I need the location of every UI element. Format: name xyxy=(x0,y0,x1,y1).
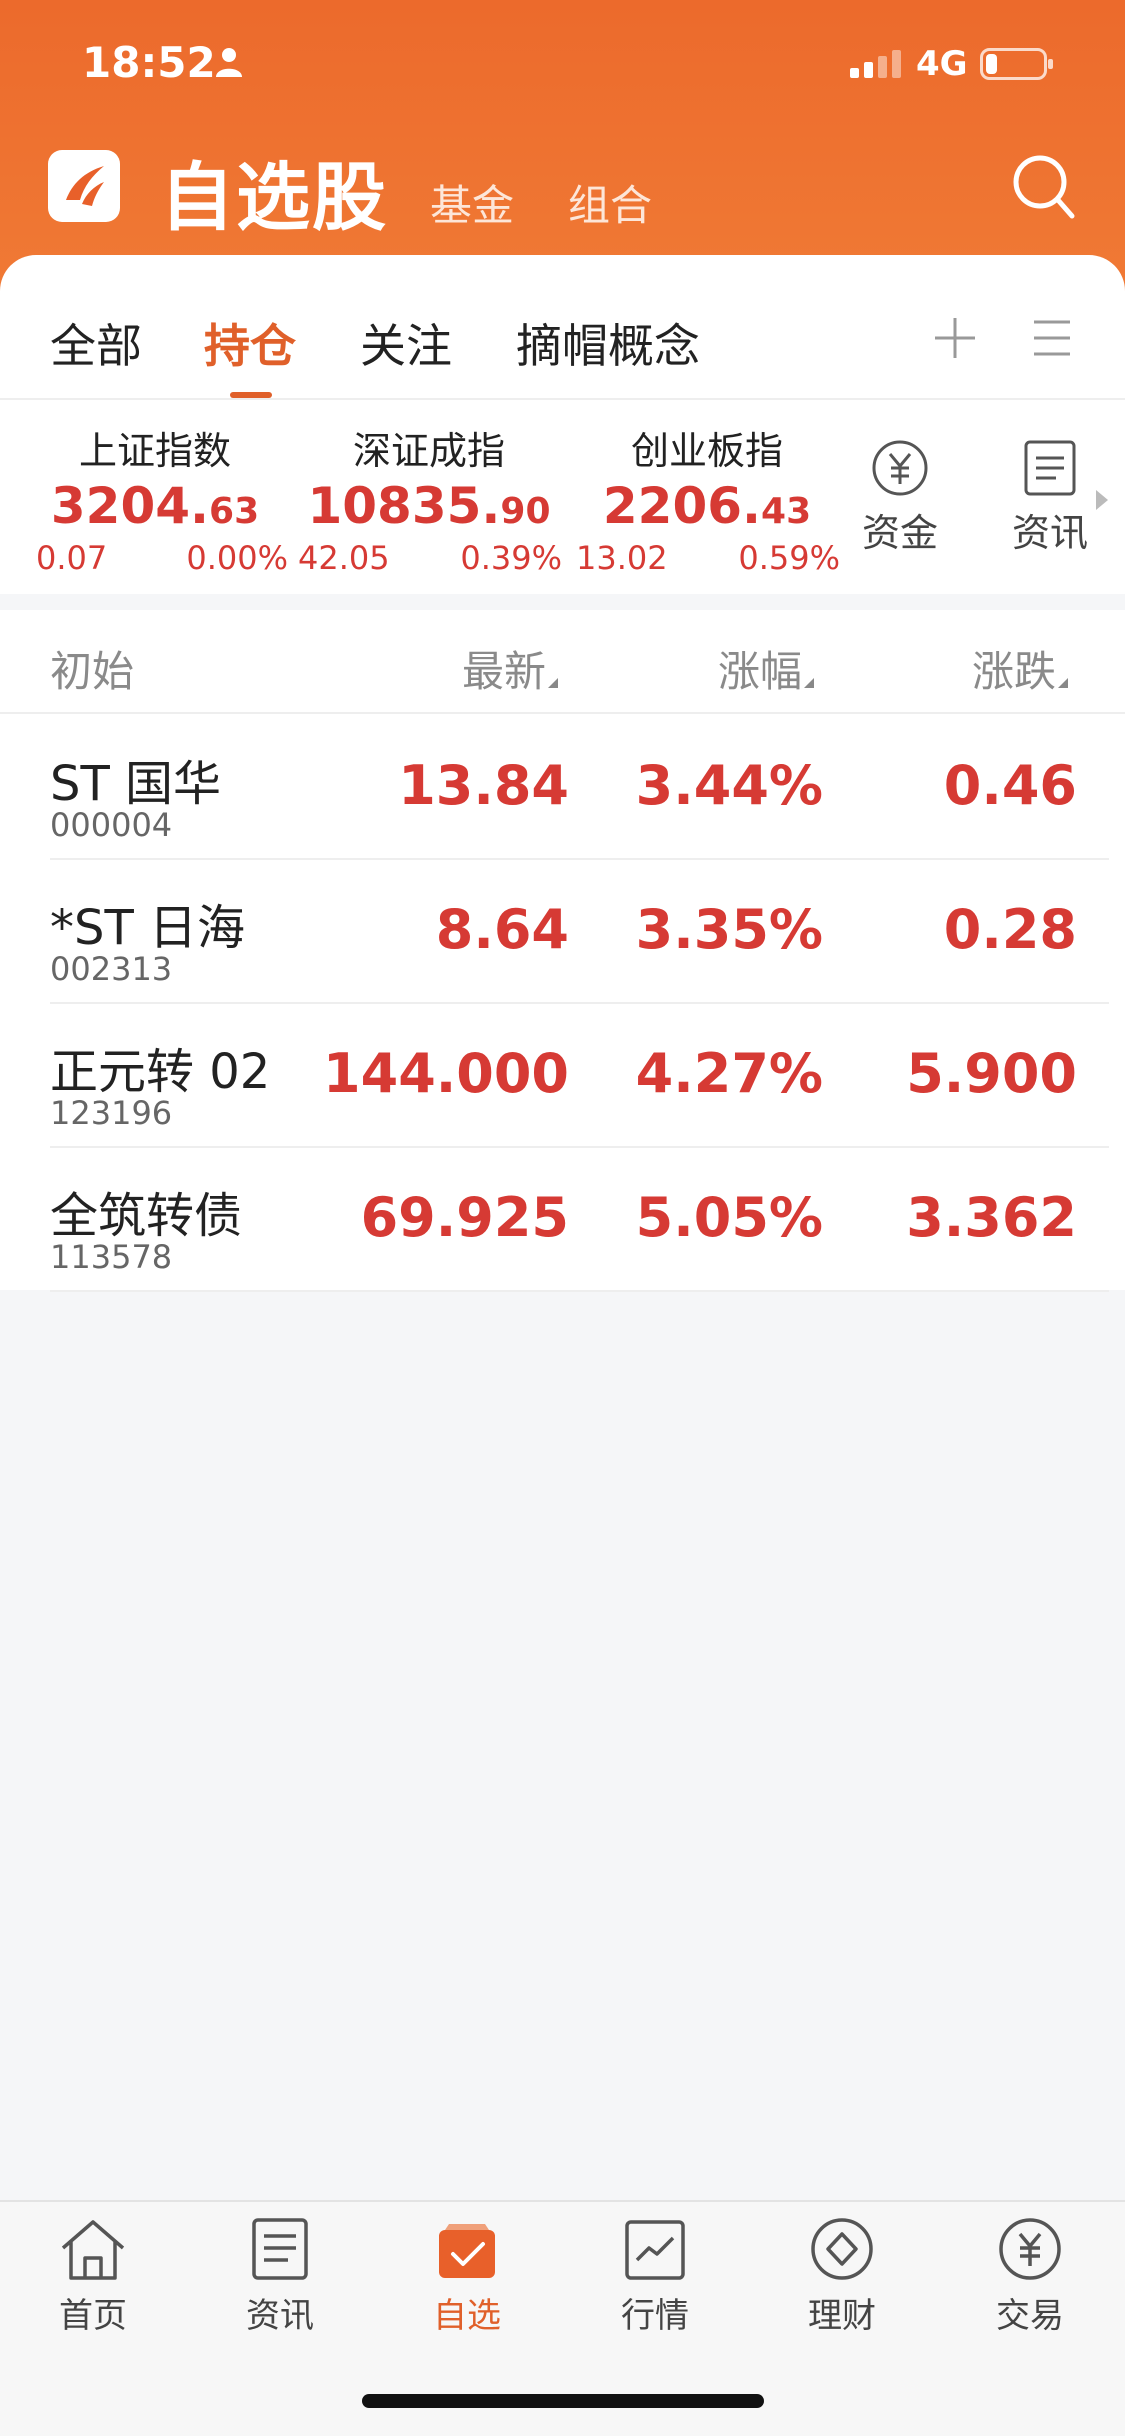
stock-code: 123196 xyxy=(50,1094,173,1132)
add-icon[interactable] xyxy=(932,315,978,361)
change-pct: 3.35% xyxy=(635,898,823,961)
index-card-sh[interactable]: 上证指数 3204.63 0.07 0.00% xyxy=(20,420,290,577)
index-value: 2206.43 xyxy=(602,477,812,535)
fund-flow-label: 资金 xyxy=(861,511,938,555)
col-header-latest[interactable]: 最新 xyxy=(462,638,559,699)
stock-list: 初始 最新 涨幅 涨跌 ST 国华 000004 13.84 3.44% 0.4… xyxy=(0,610,1125,1292)
latest-price: 144.000 xyxy=(323,1042,569,1105)
latest-price: 69.925 xyxy=(360,1186,569,1249)
index-value: 3204.63 xyxy=(50,477,260,535)
nav-label: 行情 xyxy=(621,2296,689,2336)
finance-icon xyxy=(811,2218,873,2280)
sort-icon xyxy=(804,678,815,688)
tab-portfolio[interactable]: 组合 xyxy=(568,172,652,233)
list-header: 初始 最新 涨幅 涨跌 xyxy=(0,610,1125,714)
market-icon xyxy=(625,2220,685,2280)
change-pct: 3.44% xyxy=(635,754,823,817)
tab-st-concept[interactable]: 摘帽概念 xyxy=(516,310,700,376)
latest-price: 8.64 xyxy=(435,898,569,961)
change-value: 3.362 xyxy=(906,1186,1077,1249)
index-change: 42.05 0.39% xyxy=(298,539,562,577)
status-bar: 18:52 4G xyxy=(0,0,1125,128)
watchlist-icon xyxy=(439,2224,495,2278)
tab-all[interactable]: 全部 xyxy=(50,310,142,376)
section-gap xyxy=(0,594,1125,610)
stock-name: 全筑转债 xyxy=(50,1188,243,1244)
tab-following[interactable]: 关注 xyxy=(360,310,452,376)
sort-icon xyxy=(548,678,559,688)
index-name: 深证成指 xyxy=(352,429,505,473)
divider xyxy=(0,398,1125,400)
sort-icon xyxy=(1058,678,1069,688)
table-row[interactable]: *ST 日海 002313 8.64 3.35% 0.28 xyxy=(0,860,1125,1004)
nav-news[interactable]: 资讯 xyxy=(205,2216,355,2337)
row-divider xyxy=(50,1290,1109,1292)
col-header-change[interactable]: 涨跌 xyxy=(972,638,1069,699)
table-row[interactable]: ST 国华 000004 13.84 3.44% 0.46 xyxy=(0,716,1125,860)
nav-label: 理财 xyxy=(808,2296,876,2336)
stock-name: *ST 日海 xyxy=(50,900,246,956)
index-change: 0.07 0.00% xyxy=(36,539,288,577)
stock-name: 正元转 02 xyxy=(50,1044,271,1100)
signal-icon xyxy=(850,50,901,78)
home-indicator[interactable] xyxy=(362,2394,764,2408)
change-value: 0.28 xyxy=(943,898,1077,961)
change-value: 0.46 xyxy=(943,754,1077,817)
index-change: 13.02 0.59% xyxy=(576,539,840,577)
news-button[interactable]: 资讯 xyxy=(990,438,1110,557)
nav-watchlist[interactable]: 自选 xyxy=(392,2216,542,2337)
index-card-cy[interactable]: 创业板指 2206.43 13.02 0.59% xyxy=(572,420,842,577)
logo-icon xyxy=(66,166,104,206)
app-logo xyxy=(48,150,120,222)
home-icon xyxy=(61,2220,125,2280)
col-header-name[interactable]: 初始 xyxy=(50,638,134,699)
page-title: 自选股 xyxy=(160,155,388,241)
nav-label: 首页 xyxy=(59,2296,127,2336)
tab-fund[interactable]: 基金 xyxy=(430,172,514,233)
stock-name: ST 国华 xyxy=(50,756,222,812)
stock-code: 000004 xyxy=(50,806,173,844)
nav-label: 自选 xyxy=(433,2296,501,2336)
index-name: 创业板指 xyxy=(630,429,783,473)
search-icon[interactable] xyxy=(1010,152,1076,222)
tab-holdings[interactable]: 持仓 xyxy=(204,310,296,376)
trade-icon xyxy=(999,2218,1061,2280)
nav-label: 交易 xyxy=(996,2296,1064,2336)
index-value: 10835.90 xyxy=(307,477,551,535)
nav-finance[interactable]: 理财 xyxy=(767,2216,917,2337)
news-icon xyxy=(252,2218,308,2280)
document-icon xyxy=(1024,440,1076,496)
index-name: 上证指数 xyxy=(78,429,231,473)
latest-price: 13.84 xyxy=(398,754,569,817)
yuan-circle-icon xyxy=(872,440,928,496)
status-time: 18:52 xyxy=(82,38,216,87)
table-row[interactable]: 正元转 02 123196 144.000 4.27% 5.900 xyxy=(0,1004,1125,1148)
fund-flow-button[interactable]: 资金 xyxy=(840,438,960,557)
menu-icon[interactable] xyxy=(1030,318,1074,358)
table-row[interactable]: 全筑转债 113578 69.925 5.05% 3.362 xyxy=(0,1148,1125,1292)
change-pct: 4.27% xyxy=(635,1042,823,1105)
battery-icon xyxy=(980,48,1053,80)
change-pct: 5.05% xyxy=(635,1186,823,1249)
person-icon xyxy=(216,48,242,77)
index-card-sz[interactable]: 深证成指 10835.90 42.05 0.39% xyxy=(294,420,564,577)
nav-market[interactable]: 行情 xyxy=(580,2216,730,2337)
nav-label: 资讯 xyxy=(246,2296,314,2336)
change-value: 5.900 xyxy=(906,1042,1077,1105)
chevron-right-icon[interactable] xyxy=(1094,488,1110,512)
nav-home[interactable]: 首页 xyxy=(18,2216,168,2337)
col-header-pct[interactable]: 涨幅 xyxy=(718,638,815,699)
nav-trade[interactable]: 交易 xyxy=(955,2216,1105,2337)
network-label: 4G xyxy=(916,44,968,84)
stock-code: 113578 xyxy=(50,1238,173,1276)
stock-code: 002313 xyxy=(50,950,173,988)
news-label: 资讯 xyxy=(1011,511,1088,555)
